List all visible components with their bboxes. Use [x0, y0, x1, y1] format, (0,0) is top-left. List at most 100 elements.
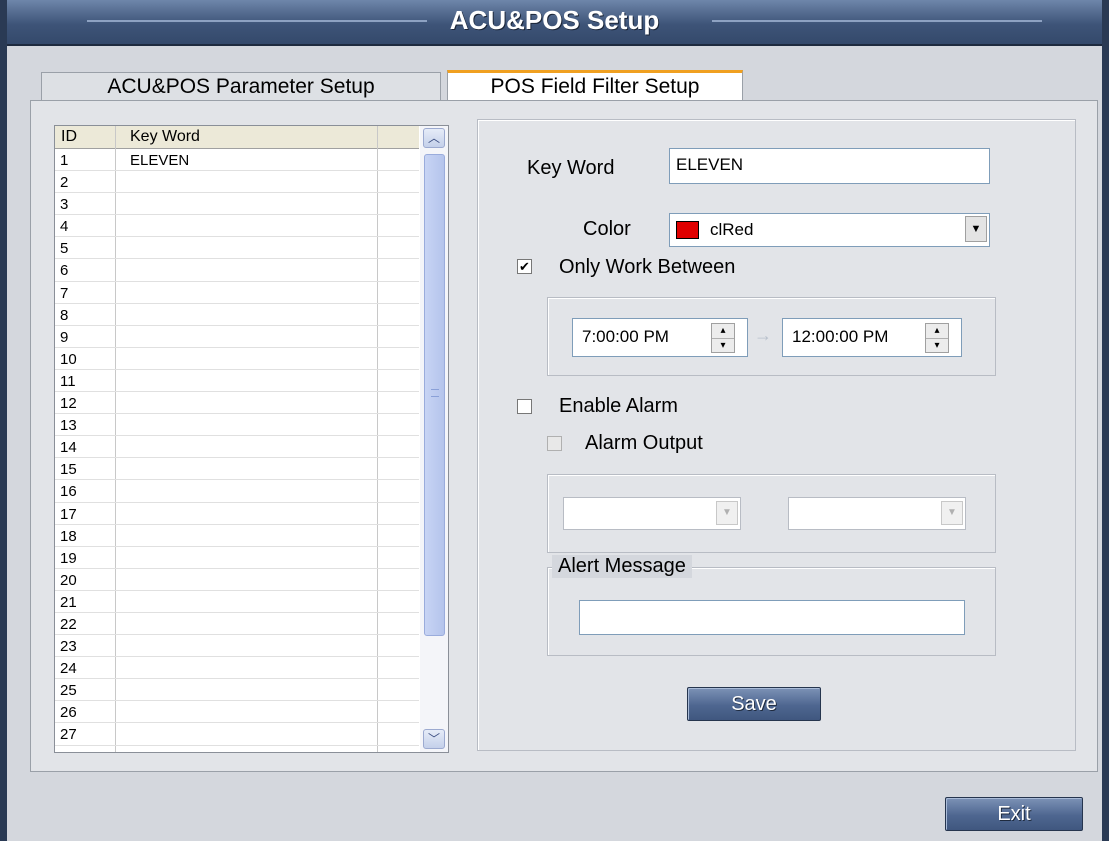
title-bar: ACU&POS Setup	[7, 0, 1102, 46]
color-value: clRed	[710, 220, 754, 239]
row-keyword: ELEVEN	[130, 152, 190, 169]
row-id: 19	[60, 549, 77, 567]
row-id: 1	[60, 152, 69, 169]
spin-down-icon[interactable]: ▾	[712, 339, 734, 353]
table-row[interactable]: 3	[55, 193, 419, 216]
row-id: 4	[60, 218, 69, 236]
alarm-select-2[interactable]: ▼	[788, 497, 966, 530]
grid-rows: 1 ELEVEN 2 3 4 5 6 7 8 9 10 11 12 13 14 15 16 17 18 19 20 21 2…	[55, 149, 419, 746]
time-to-spinner[interactable]: ▴ ▾	[925, 323, 949, 353]
keyword-label: Key Word	[527, 157, 615, 179]
time-from-input[interactable]: 7:00:00 PM ▴ ▾	[572, 318, 748, 357]
row-id: 6	[60, 262, 69, 280]
tab-pos-field-filter-setup[interactable]: POS Field Filter Setup	[447, 70, 743, 101]
color-select[interactable]: clRed ▼	[669, 213, 990, 247]
row-id: 14	[60, 439, 77, 457]
row-id: 18	[60, 527, 77, 545]
row-id: 16	[60, 483, 77, 501]
table-row[interactable]: 2	[55, 171, 419, 194]
row-id: 26	[60, 704, 77, 722]
table-row[interactable]: 15	[55, 458, 419, 481]
table-row[interactable]: 26	[55, 701, 419, 724]
enable-alarm-checkbox[interactable]	[517, 399, 532, 414]
time-to-input[interactable]: 12:00:00 PM ▴ ▾	[782, 318, 962, 357]
alert-message-input[interactable]	[579, 600, 965, 635]
table-row[interactable]: 14	[55, 436, 419, 459]
row-id: 11	[60, 372, 76, 390]
time-to-value: 12:00:00 PM	[792, 327, 889, 346]
row-id: 9	[60, 328, 69, 346]
save-button[interactable]: Save	[687, 687, 821, 721]
color-swatch	[676, 221, 699, 239]
table-row[interactable]: 17	[55, 503, 419, 525]
enable-alarm-label: Enable Alarm	[559, 395, 678, 417]
table-row[interactable]: 27	[55, 723, 419, 746]
row-id: 2	[60, 174, 69, 192]
window-title: ACU&POS Setup	[449, 5, 660, 35]
alarm-output-checkbox[interactable]	[547, 436, 562, 451]
row-id: 5	[60, 240, 69, 258]
row-id: 27	[60, 726, 77, 744]
grid-scrollbar[interactable]: ︿ ﹀	[420, 126, 448, 752]
table-row[interactable]: 6	[55, 259, 419, 282]
alarm-output-label: Alarm Output	[585, 432, 703, 454]
only-work-between-checkbox[interactable]: ✔	[517, 259, 532, 274]
table-row[interactable]: 1 ELEVEN	[55, 149, 419, 172]
exit-button[interactable]: Exit	[945, 797, 1083, 831]
setup-window: ACU&POS Setup ACU&POS Parameter Setup PO…	[0, 0, 1109, 841]
spin-up-icon[interactable]: ▴	[712, 324, 734, 339]
row-id: 10	[60, 350, 77, 368]
column-header-keyword[interactable]: Key Word	[130, 128, 200, 146]
table-row[interactable]: 9	[55, 326, 419, 348]
spin-down-icon[interactable]: ▾	[926, 339, 948, 353]
row-id: 12	[60, 395, 77, 413]
row-id: 22	[60, 615, 77, 633]
table-row[interactable]: 18	[55, 525, 419, 547]
row-id: 21	[60, 593, 77, 611]
row-id: 23	[60, 638, 77, 656]
alarm-select-1[interactable]: ▼	[563, 497, 741, 530]
chevron-down-icon[interactable]: ▼	[965, 216, 987, 242]
table-row[interactable]: 19	[55, 547, 419, 569]
alert-message-label: Alert Message	[552, 555, 692, 578]
table-row[interactable]: 7	[55, 282, 419, 304]
scroll-thumb[interactable]	[424, 154, 445, 636]
table-row[interactable]: 20	[55, 569, 419, 591]
row-id: 8	[60, 306, 69, 324]
color-label: Color	[583, 218, 631, 240]
table-row[interactable]: 4	[55, 215, 419, 238]
time-from-value: 7:00:00 PM	[582, 327, 669, 346]
table-row[interactable]: 16	[55, 480, 419, 503]
spin-up-icon[interactable]: ▴	[926, 324, 948, 339]
row-id: 17	[60, 505, 77, 523]
row-id: 13	[60, 417, 77, 435]
row-id: 7	[60, 284, 69, 302]
table-row[interactable]: 21	[55, 591, 419, 613]
table-row[interactable]: 8	[55, 304, 419, 326]
only-work-between-label: Only Work Between	[559, 256, 736, 278]
table-row[interactable]: 12	[55, 392, 419, 415]
scroll-down-icon[interactable]: ﹀	[423, 729, 445, 749]
tab-acu-pos-parameter-setup[interactable]: ACU&POS Parameter Setup	[41, 72, 441, 100]
table-row[interactable]: 11	[55, 370, 419, 393]
table-row[interactable]: 23	[55, 635, 419, 658]
chevron-down-icon[interactable]: ▼	[941, 501, 963, 525]
row-id: 3	[60, 196, 69, 214]
chevron-down-icon[interactable]: ▼	[716, 501, 738, 525]
table-row[interactable]: 10	[55, 348, 419, 370]
arrow-right-icon: →	[754, 325, 772, 345]
table-row[interactable]: 24	[55, 657, 419, 680]
table-row[interactable]: 5	[55, 237, 419, 260]
grip-icon	[431, 389, 439, 397]
time-from-spinner[interactable]: ▴ ▾	[711, 323, 735, 353]
row-id: 20	[60, 571, 77, 589]
table-row[interactable]: 22	[55, 613, 419, 636]
scroll-up-icon[interactable]: ︿	[423, 128, 445, 148]
row-id: 25	[60, 682, 77, 700]
keyword-input[interactable]: ELEVEN	[669, 148, 990, 184]
table-row[interactable]: 13	[55, 414, 419, 437]
column-header-id[interactable]: ID	[61, 128, 77, 146]
table-row[interactable]: 25	[55, 679, 419, 702]
keyword-grid[interactable]: ID Key Word 1 ELEVEN 2 3 4 5 6 7 8 9 10 11 12 13 14 15 1…	[54, 125, 449, 753]
row-id: 15	[60, 461, 77, 479]
